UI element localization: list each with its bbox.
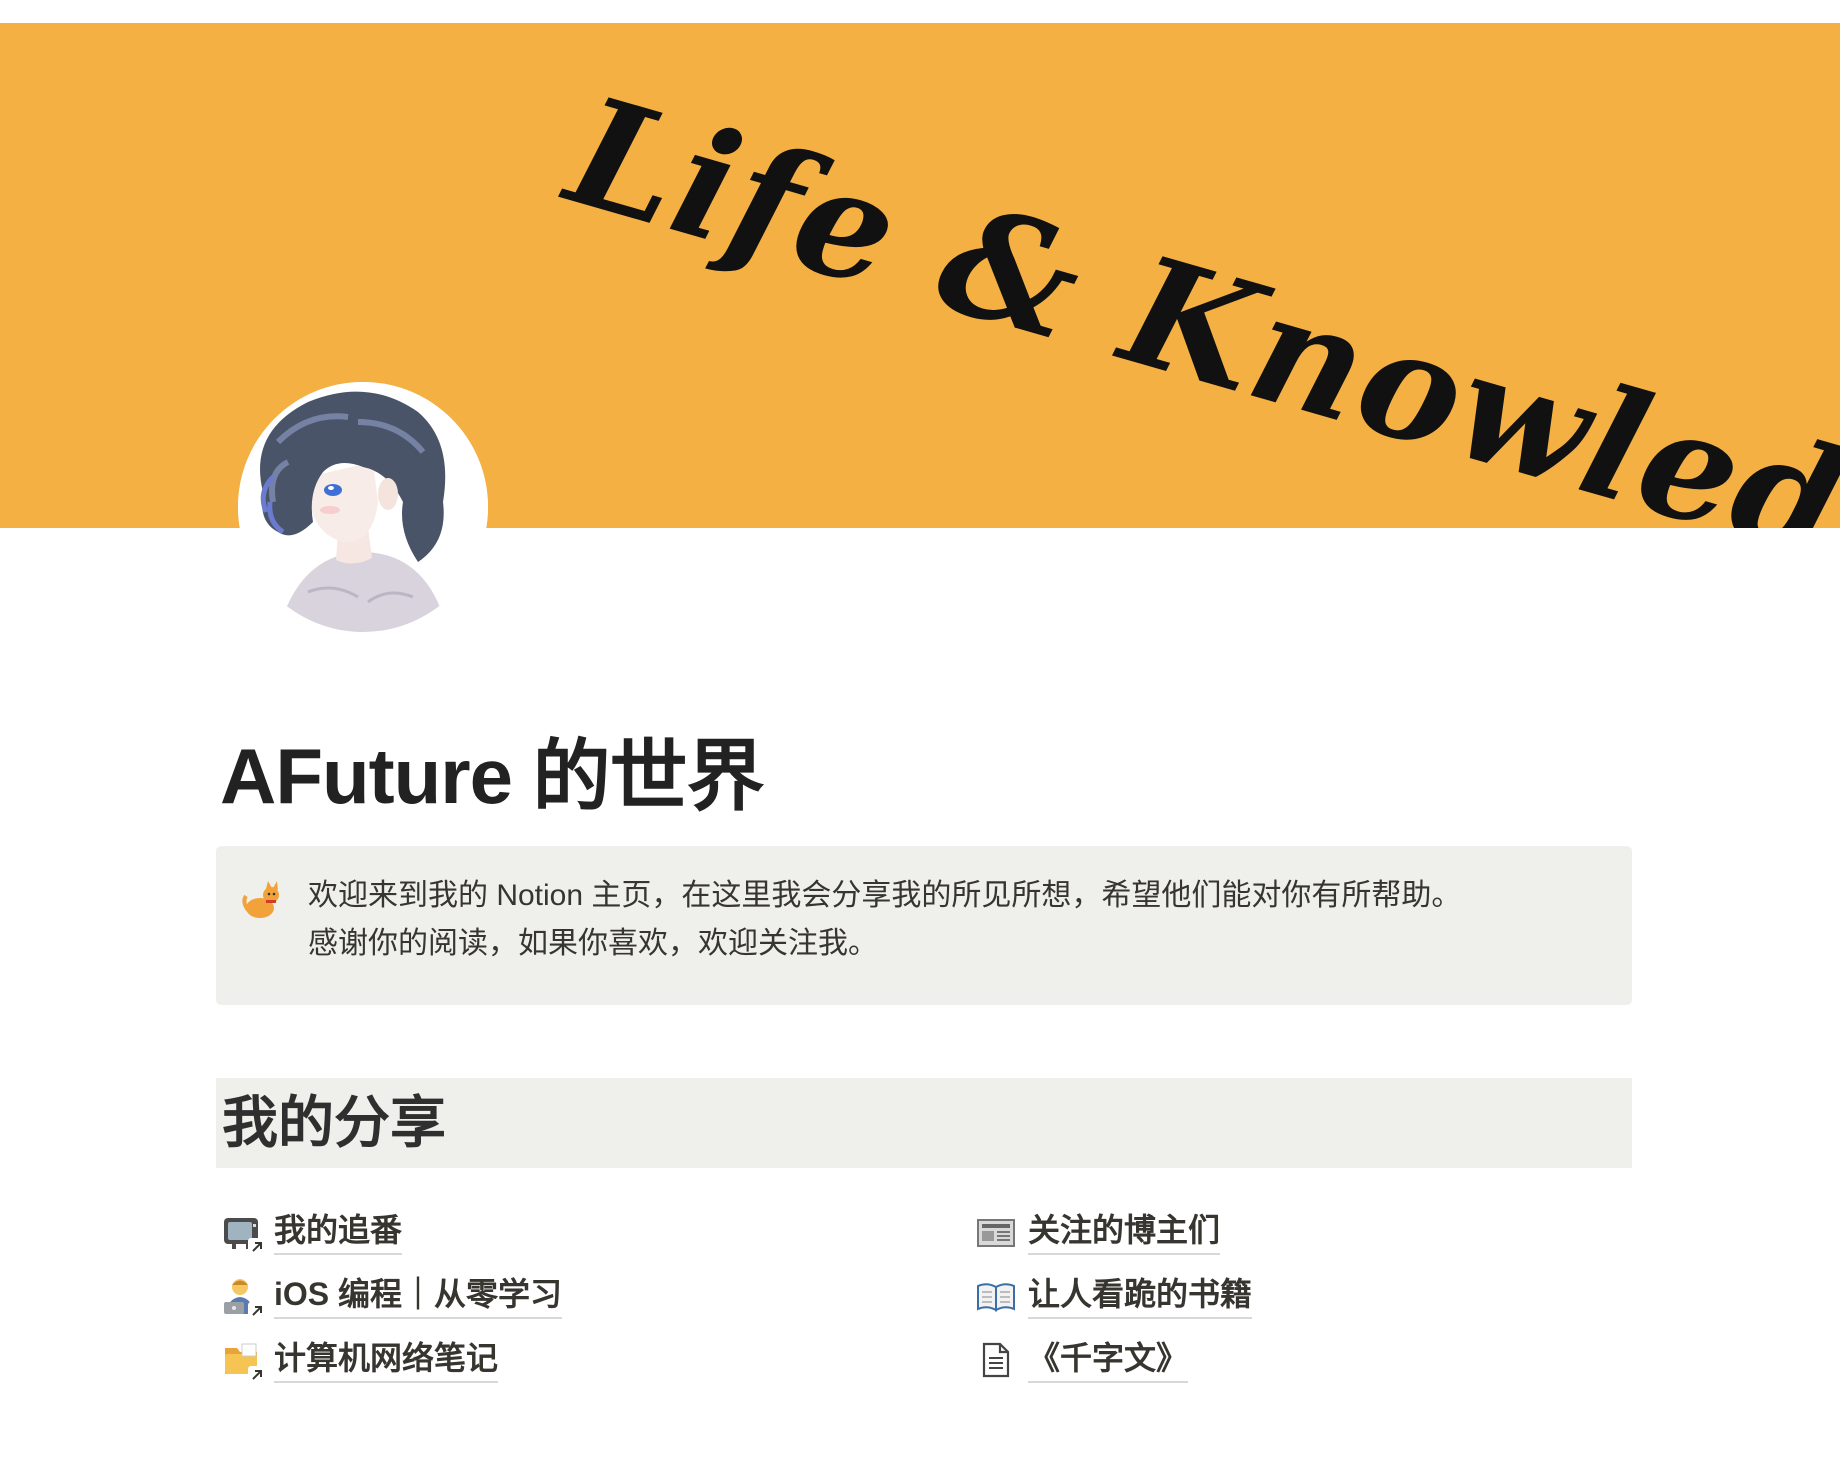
link-my-anime[interactable]: 我的追番: [222, 1200, 562, 1264]
links-column-left: 我的追番 iOS 编程｜从零学习 计算机网络笔记: [222, 1200, 563, 1392]
link-arrow-icon: [248, 1302, 266, 1320]
link-label: 《千字文》: [1028, 1337, 1189, 1383]
cat-icon[interactable]: [240, 878, 284, 922]
link-thousand-character-classic[interactable]: 《千字文》: [976, 1328, 1252, 1392]
link-arrow-icon: [248, 1238, 266, 1256]
callout-text[interactable]: 欢迎来到我的 Notion 主页，在这里我会分享我的所见所想，希望他们能对你有所…: [308, 872, 1608, 968]
open-book-icon: [976, 1276, 1016, 1316]
link-label: 我的追番: [274, 1209, 403, 1255]
link-ios-programming[interactable]: iOS 编程｜从零学习: [222, 1264, 563, 1328]
newspaper-icon: [976, 1212, 1016, 1252]
links-column-right: 关注的博主们 让人看跪的书籍 《千字文》: [976, 1200, 1253, 1392]
television-icon: [222, 1212, 266, 1256]
link-arrow-icon: [248, 1366, 266, 1384]
page-icon-avatar[interactable]: [238, 382, 488, 632]
link-label: iOS 编程｜从零学习: [274, 1273, 563, 1319]
callout-line-1: 欢迎来到我的 Notion 主页，在这里我会分享我的所见所想，希望他们能对你有所…: [308, 879, 1462, 912]
section-heading: 我的分享: [222, 1091, 446, 1154]
section-heading-block[interactable]: 我的分享: [216, 1078, 1632, 1168]
link-network-notes[interactable]: 计算机网络笔记: [222, 1328, 562, 1392]
folder-icon: [222, 1340, 266, 1384]
page-title[interactable]: AFuture 的世界: [220, 728, 765, 824]
link-great-books[interactable]: 让人看跪的书籍: [976, 1264, 1253, 1328]
link-label: 计算机网络笔记: [274, 1337, 499, 1383]
link-label: 关注的博主们: [1028, 1209, 1221, 1255]
callout-line-2: 感谢你的阅读，如果你喜欢，欢迎关注我。: [308, 927, 878, 960]
link-followed-bloggers[interactable]: 关注的博主们: [976, 1200, 1252, 1264]
notion-page: Life & Knowledge. AFuture 的世界 欢迎来到我的 Not…: [0, 0, 1840, 1484]
link-label: 让人看跪的书籍: [1028, 1273, 1253, 1319]
technologist-icon: [222, 1276, 266, 1320]
callout-block[interactable]: 欢迎来到我的 Notion 主页，在这里我会分享我的所见所想，希望他们能对你有所…: [216, 846, 1632, 1005]
document-icon: [976, 1340, 1016, 1380]
cover-lettering: Life & Knowledge.: [551, 63, 1840, 528]
